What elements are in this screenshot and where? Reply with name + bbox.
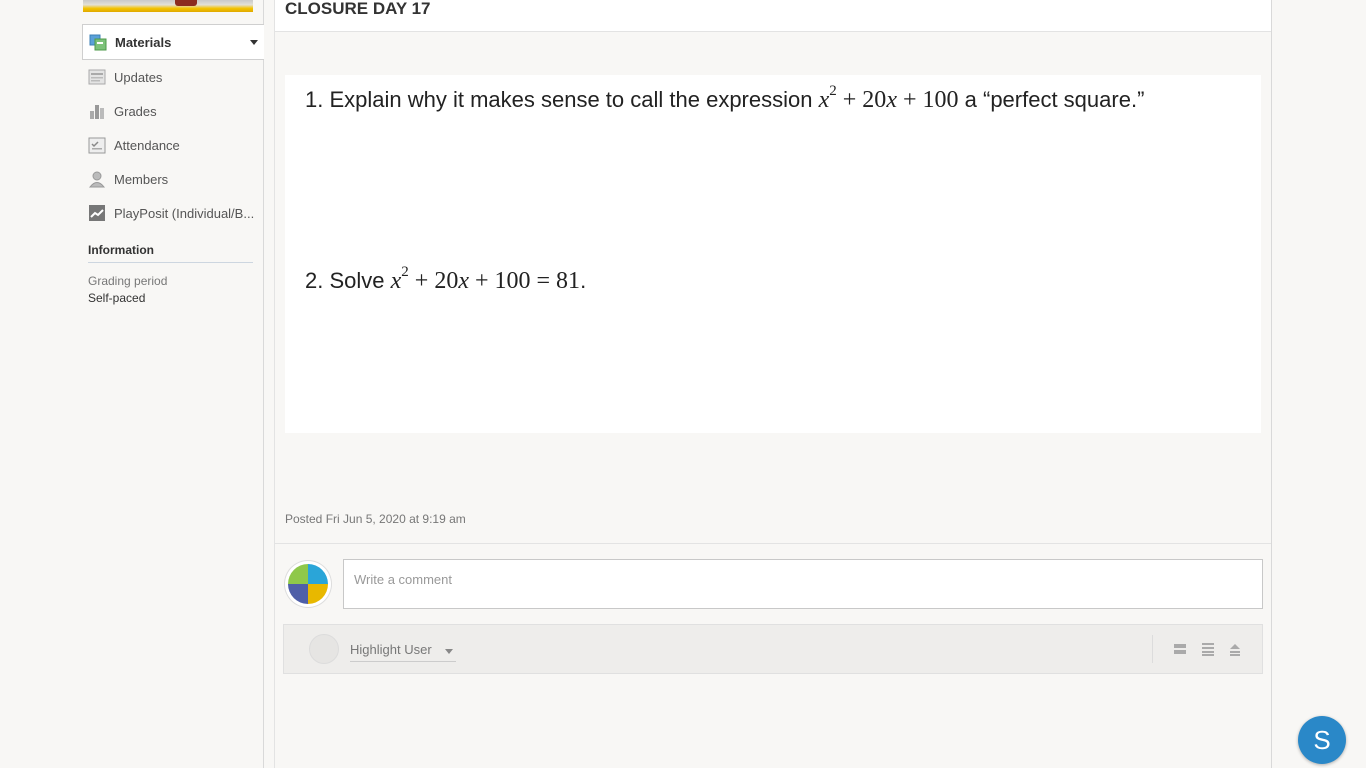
- left-sidebar: Materials Updates Grades Attendance Memb…: [0, 0, 264, 768]
- nav-item-label: Attendance: [114, 137, 180, 153]
- grades-icon: [88, 102, 106, 120]
- course-banner-image[interactable]: [83, 0, 253, 12]
- avatar-logo-icon: [288, 564, 328, 604]
- comment-toolbar: Highlight User: [283, 624, 1263, 674]
- question-text: .: [580, 268, 587, 293]
- materials-icon: [89, 33, 107, 51]
- highlight-user-label: Highlight User: [350, 642, 432, 657]
- question-1: 1. Explain why it makes sense to call th…: [305, 83, 1145, 114]
- nav-item-label: Members: [114, 171, 169, 187]
- view-expanded-icon[interactable]: [1173, 642, 1187, 656]
- information-title: Information: [88, 243, 253, 263]
- information-panel: Information Grading period Self-paced: [88, 243, 253, 305]
- floating-app-button[interactable]: S: [1298, 716, 1346, 764]
- nav-item-members[interactable]: Members: [82, 162, 264, 196]
- nav-item-label: Grades: [114, 103, 157, 119]
- nav-item-label: PlayPosit (Individual/B...: [114, 205, 255, 221]
- page-title: CLOSURE DAY 17: [285, 0, 431, 18]
- comment-input[interactable]: [343, 559, 1263, 609]
- divider: [1152, 635, 1153, 663]
- attendance-icon: [88, 136, 106, 154]
- members-icon: [88, 170, 106, 188]
- nav-item-attendance[interactable]: Attendance: [82, 128, 264, 162]
- posted-timestamp: Posted Fri Jun 5, 2020 at 9:19 am: [285, 512, 466, 526]
- nav-item-label: Updates: [114, 69, 163, 85]
- user-avatar-placeholder: [309, 634, 339, 664]
- question-text: 1. Explain why it makes sense to call th…: [305, 87, 813, 112]
- question-2: 2. Solve x2 + 20x + 100 = 81.: [305, 264, 587, 295]
- nav-item-label: Materials: [115, 34, 172, 50]
- avatar[interactable]: [285, 561, 331, 607]
- nav-item-playposit[interactable]: PlayPosit (Individual/B...: [82, 196, 264, 230]
- main-content: CLOSURE DAY 17 1. Explain why it makes s…: [274, 0, 1272, 768]
- question-text: a “perfect square.”: [964, 87, 1145, 112]
- view-list-icon[interactable]: [1201, 642, 1215, 656]
- grading-period-label: Grading period: [88, 274, 168, 288]
- banner-car-graphic: [175, 0, 197, 6]
- title-bar: CLOSURE DAY 17: [275, 0, 1271, 32]
- divider: [275, 543, 1271, 544]
- chevron-down-icon: [444, 649, 453, 654]
- course-nav: Materials Updates Grades Attendance Memb…: [82, 24, 264, 230]
- grading-period-value: Self-paced: [88, 291, 146, 305]
- playposit-icon: [88, 204, 106, 222]
- highlight-user-dropdown[interactable]: Highlight User: [350, 642, 456, 662]
- math-expression: x2 + 20x + 100: [818, 83, 959, 113]
- question-text: 2. Solve: [305, 268, 385, 293]
- chevron-down-icon[interactable]: [250, 40, 258, 45]
- nav-item-materials[interactable]: Materials: [82, 24, 264, 60]
- updates-icon: [88, 68, 106, 86]
- nav-item-updates[interactable]: Updates: [82, 60, 264, 94]
- nav-item-grades[interactable]: Grades: [82, 94, 264, 128]
- assignment-document: 1. Explain why it makes sense to call th…: [285, 75, 1261, 433]
- collapse-icon[interactable]: [1228, 642, 1242, 656]
- math-expression: x2 + 20x + 100 = 81: [390, 264, 581, 294]
